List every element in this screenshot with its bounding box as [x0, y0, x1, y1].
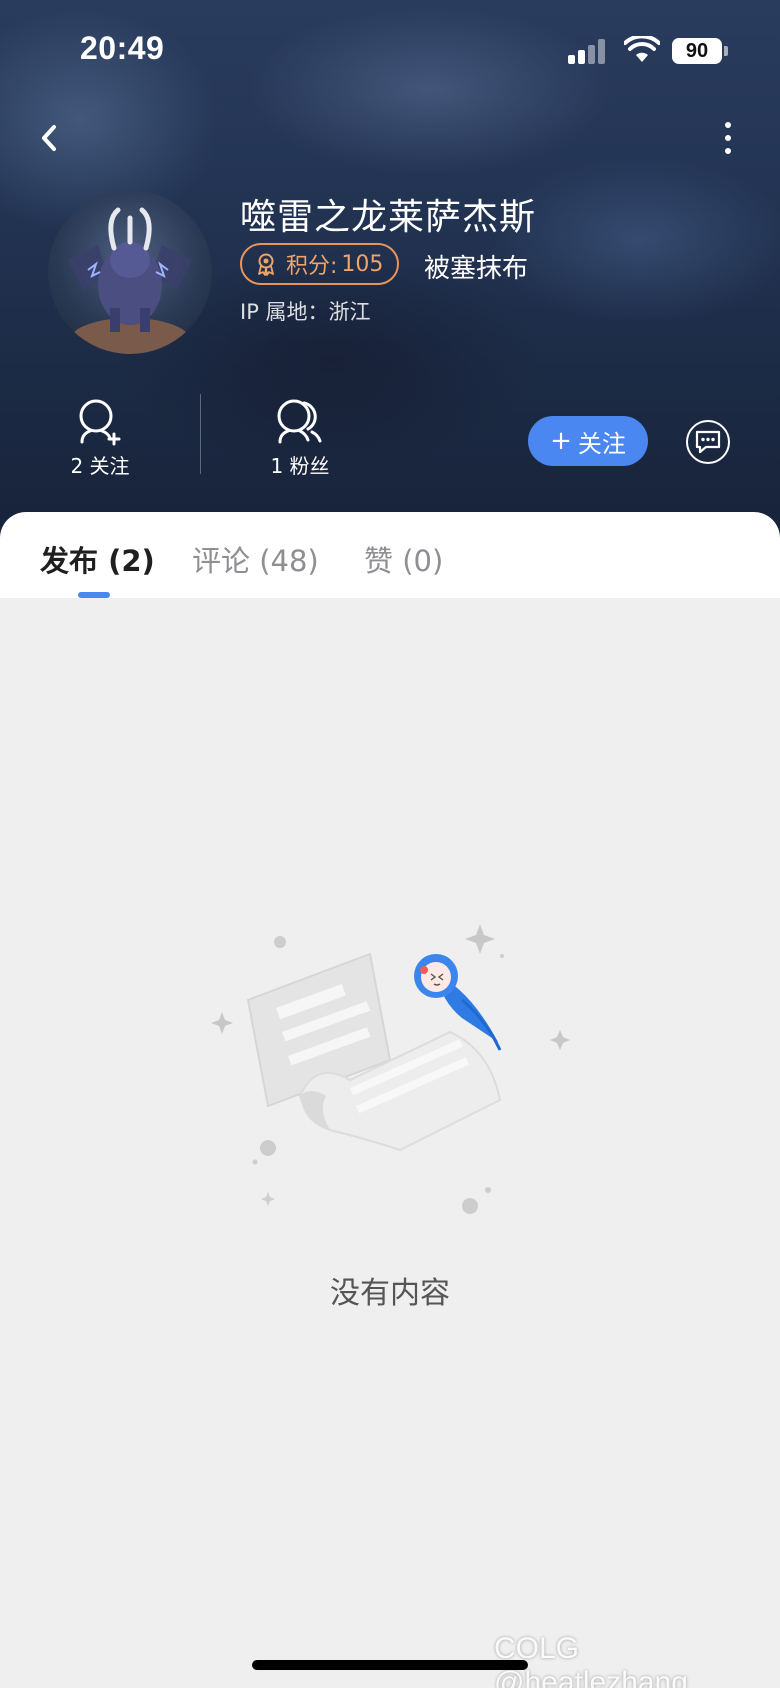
empty-state-illustration	[211, 924, 570, 1214]
follow-button-label: 关注	[577, 429, 626, 458]
chevron-left-icon[interactable]	[32, 118, 66, 158]
tab-comments[interactable]: 评论 (48)	[192, 538, 319, 580]
users-icon	[277, 399, 322, 444]
watermark: COLG @heatlezhang	[494, 1632, 688, 1688]
user-add-icon	[79, 399, 121, 446]
wifi-icon	[624, 36, 660, 62]
points-badge[interactable]: 积分: 105	[240, 243, 400, 285]
status-time: 20:49	[80, 30, 165, 66]
empty-state-message: 没有内容	[330, 1276, 450, 1311]
battery-indicator: 90	[672, 38, 722, 64]
medal-icon	[258, 253, 274, 276]
following-stat[interactable]: 2 关注	[40, 398, 160, 479]
plus-icon: +	[550, 426, 572, 456]
tab-likes[interactable]: 赞 (0)	[364, 538, 443, 580]
stat-divider	[200, 394, 201, 474]
battery-tip	[724, 46, 728, 56]
home-indicator[interactable]	[252, 1660, 528, 1670]
username: 噬雷之龙莱萨杰斯	[240, 197, 537, 238]
ip-location: IP 属地：浙江	[240, 300, 371, 324]
followers-stat[interactable]: 1 粉丝	[240, 398, 360, 479]
cellular-signal-icon	[568, 38, 608, 64]
points-value: 105	[341, 251, 384, 277]
following-label: 2 关注	[70, 454, 130, 478]
followers-label: 1 粉丝	[270, 454, 330, 478]
tab-posts[interactable]: 发布 (2)	[40, 538, 155, 580]
tab-indicator	[78, 592, 110, 598]
chat-bubble-icon[interactable]	[686, 420, 730, 464]
more-vertical-icon[interactable]	[712, 118, 744, 158]
user-title: 被塞抹布	[424, 254, 529, 284]
avatar[interactable]	[48, 190, 212, 354]
content-tabs: 发布 (2) 评论 (48) 赞 (0)	[0, 512, 780, 598]
points-label: 积分:	[286, 254, 338, 279]
profile-header: 20:49 90 噬雷之龙莱萨杰斯 积分: 105 被塞抹布 IP 属地：浙江 …	[0, 0, 780, 540]
follow-button[interactable]: + 关注	[528, 416, 648, 466]
